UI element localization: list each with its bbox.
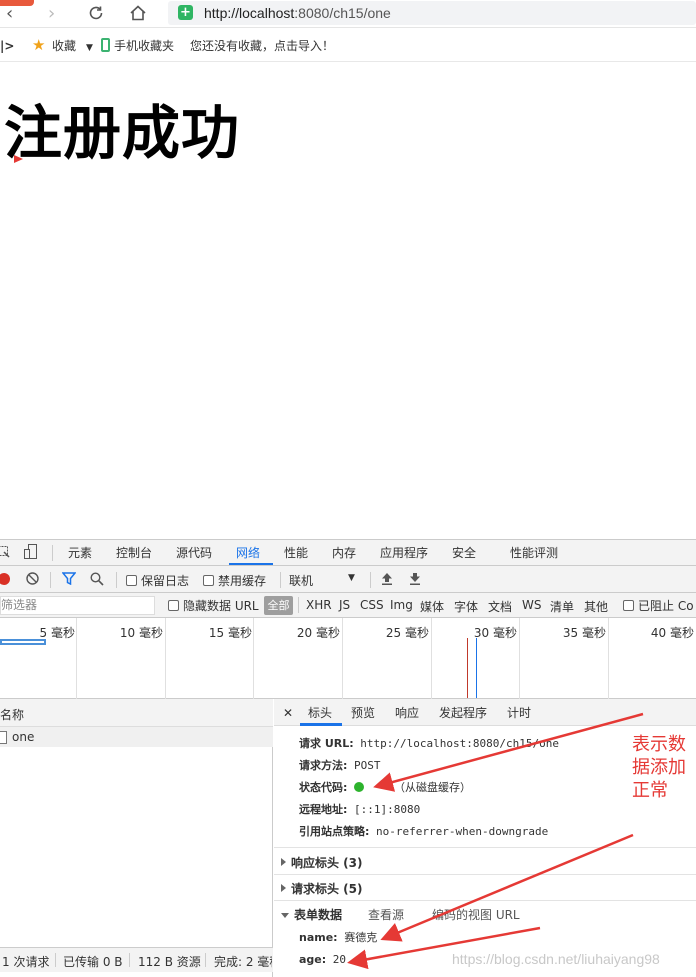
- annotation-arrows: [347, 712, 644, 970]
- annotation-text: 表示数 据添加 正常: [632, 734, 686, 801]
- arrow-to-status: [373, 712, 644, 792]
- watermark: https://blog.csdn.net/liuhaiyang98: [452, 951, 660, 967]
- arrow-to-name: [380, 833, 634, 942]
